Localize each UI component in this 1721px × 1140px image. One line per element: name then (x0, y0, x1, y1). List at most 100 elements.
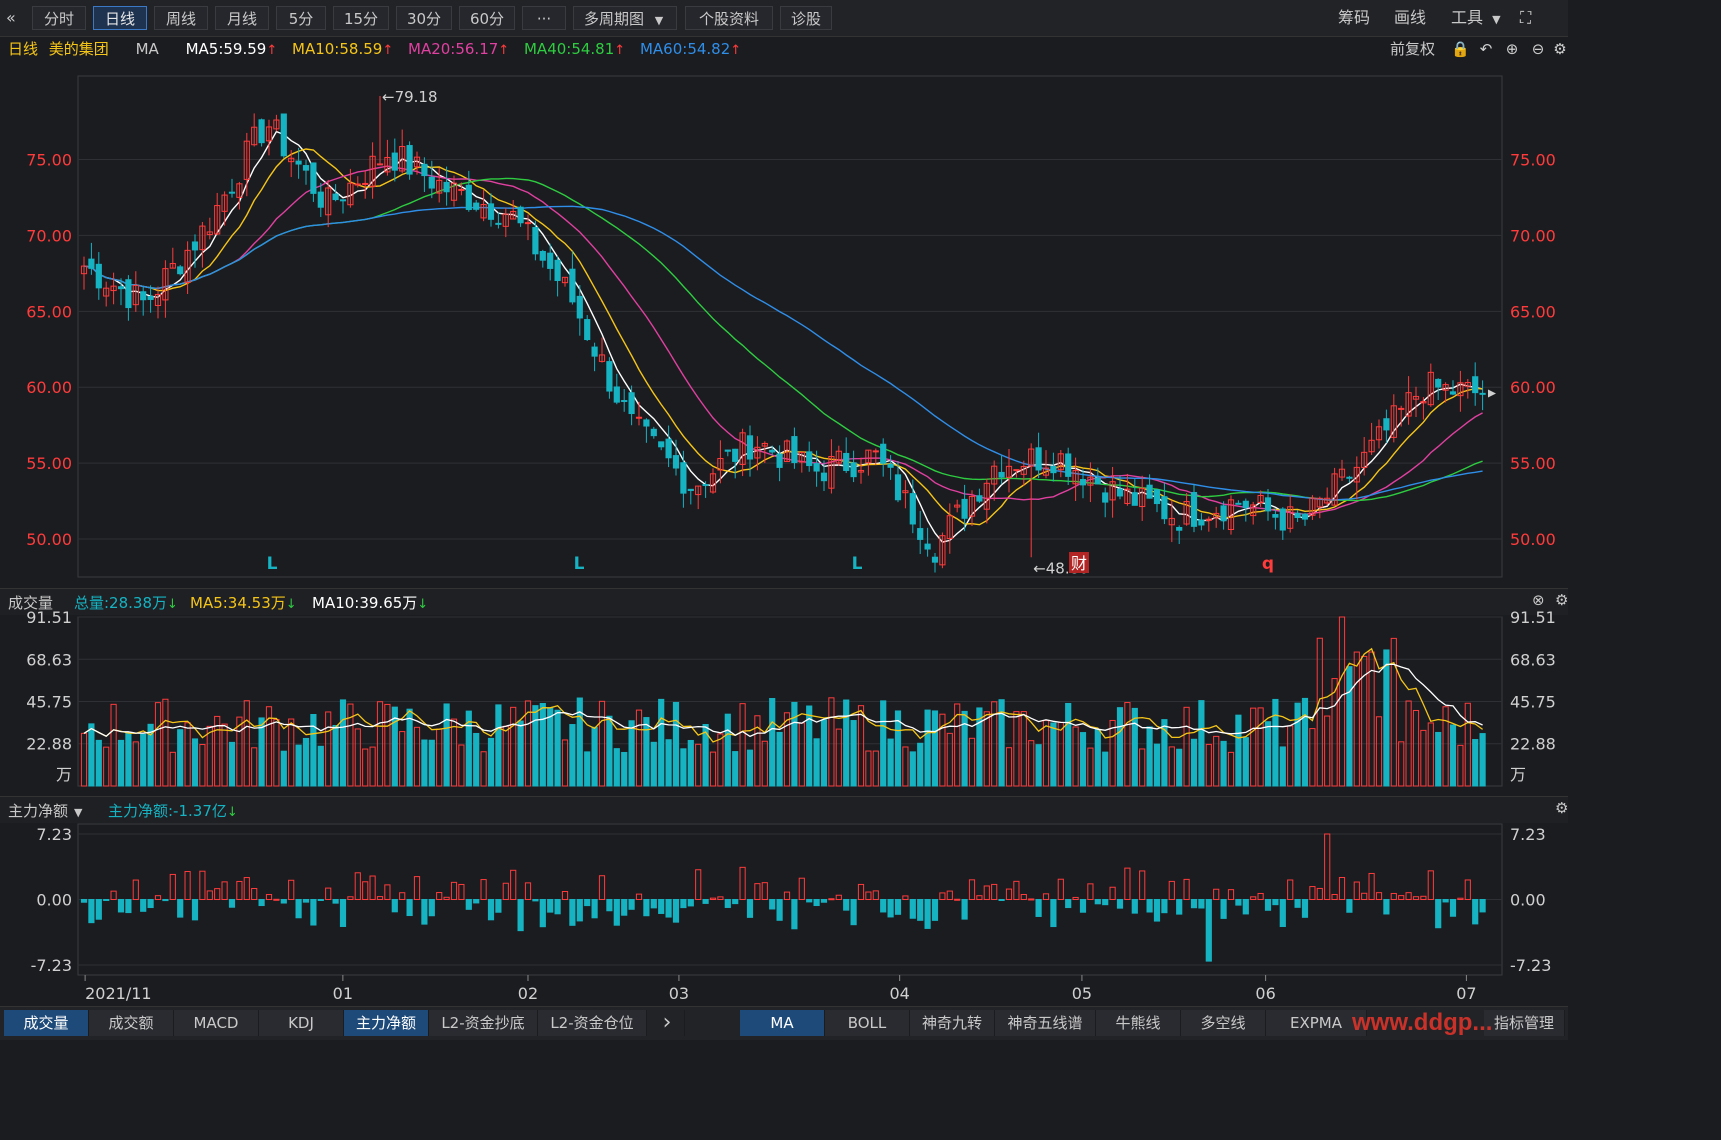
signal-marker: q (1262, 554, 1274, 574)
candle-body (680, 462, 687, 494)
y-tick-label-left: 75.00 (26, 151, 72, 170)
flow-bar (1316, 887, 1323, 900)
vol-tick-label-left: 68.63 (26, 650, 72, 669)
candle-body (880, 443, 887, 464)
flow-bar (880, 899, 887, 913)
volume-bar (857, 705, 865, 787)
volume-bar (95, 739, 102, 787)
x-tick-label: 01 (333, 984, 353, 1003)
flow-bar (347, 896, 354, 900)
candle-body (532, 227, 539, 255)
flow-bar (332, 899, 339, 904)
flow-bar (1176, 899, 1183, 915)
volume-bar (820, 719, 828, 787)
flow-bar (983, 885, 990, 901)
candle-body (643, 419, 650, 427)
candle-body (806, 451, 813, 467)
volume-bar (413, 726, 421, 787)
candle-body (665, 438, 672, 459)
flow-bar (369, 875, 376, 900)
flow-bar (132, 879, 139, 900)
candle-body (1272, 514, 1279, 518)
flow-bar (843, 899, 850, 911)
candle-body (850, 462, 857, 478)
volume-bar (1235, 714, 1242, 787)
candle-body (650, 428, 657, 437)
candle-body (465, 184, 472, 210)
volume-bar (1242, 737, 1249, 787)
flow-bar (1412, 896, 1420, 901)
candle-body (672, 455, 680, 469)
flow-bar (917, 899, 924, 921)
volume-bar (162, 698, 169, 787)
flow-bar (443, 896, 450, 901)
flow-bar (732, 899, 739, 905)
volume-bar (746, 749, 754, 787)
tab-ma[interactable]: MA (740, 1010, 825, 1036)
flow-bar (391, 899, 398, 913)
flow-bar (517, 899, 524, 932)
candle-body (569, 268, 576, 303)
tab-boll[interactable]: BOLL (825, 1010, 910, 1036)
volume-bar (561, 739, 569, 787)
tab-turnover[interactable]: 成交额 (89, 1010, 174, 1036)
volume-bar (872, 750, 879, 787)
volume-bar (1042, 720, 1050, 787)
tab-macd[interactable]: MACD (174, 1010, 259, 1036)
flow-bar (968, 879, 976, 901)
report-marker: 财 (1071, 554, 1087, 573)
tab-l2-position[interactable]: L2-资金仓位 (538, 1010, 647, 1036)
candle-body (88, 258, 95, 269)
stock-chart[interactable]: 75.00 75.00 70.00 70.00 65.00 65.00 60.00 60.00… (0, 0, 1568, 1006)
flow-bar (1190, 899, 1198, 909)
candle-body (791, 436, 798, 464)
candle-body (295, 160, 302, 165)
flow-bar (695, 869, 702, 900)
candle-body (584, 319, 591, 341)
flow-bar (162, 899, 169, 902)
volume-bar (1072, 726, 1079, 787)
tab-magic-nine[interactable]: 神奇九转 (910, 1010, 995, 1036)
candle-body (1449, 391, 1457, 395)
tab-volume[interactable]: 成交量 (4, 1010, 89, 1036)
volume-bar (191, 738, 199, 787)
candle-body (473, 202, 480, 210)
volume-bar (621, 751, 628, 787)
volume-bar (902, 746, 909, 787)
flow-bar (872, 890, 879, 901)
volume-bar (739, 703, 746, 787)
tab-kdj[interactable]: KDJ (259, 1010, 344, 1036)
tab-main-flow[interactable]: 主力净额 (344, 1010, 429, 1036)
flow-bar (199, 870, 206, 901)
flow-bar (813, 899, 820, 907)
volume-bar (1005, 747, 1013, 787)
flow-bar (598, 875, 606, 900)
flow-bar (991, 883, 998, 900)
volume-bar (1435, 731, 1442, 787)
tab-magic-five[interactable]: 神奇五线谱 (995, 1010, 1096, 1036)
flow-bar (1213, 888, 1220, 900)
flow-bar (1368, 872, 1375, 900)
tab-l2-bottom[interactable]: L2-资金抄底 (429, 1010, 538, 1036)
y-tick-label-left: 55.00 (26, 454, 72, 473)
flow-bar (317, 899, 324, 901)
volume-bar (1109, 719, 1116, 787)
next-icon[interactable]: › (650, 1010, 685, 1036)
volume-bar (199, 744, 206, 787)
candles (80, 96, 1486, 573)
flow-bar (1449, 899, 1457, 917)
flow-bar (791, 899, 798, 930)
volume-bar (206, 725, 213, 787)
indicator-manage-button[interactable]: 指标管理 (1484, 1010, 1565, 1036)
candle-body (1383, 418, 1390, 431)
tab-bull-bear[interactable]: 牛熊线 (1096, 1010, 1181, 1036)
ma20-line (83, 165, 1483, 516)
volume-bar (1153, 743, 1161, 787)
volume-bar (110, 703, 117, 787)
candle-body (539, 250, 546, 261)
tab-long-short[interactable]: 多空线 (1181, 1010, 1266, 1036)
flow-tick-label-left: 7.23 (36, 825, 72, 844)
candle-body (702, 484, 709, 487)
candle-body (931, 556, 939, 563)
candle-body (317, 191, 324, 208)
